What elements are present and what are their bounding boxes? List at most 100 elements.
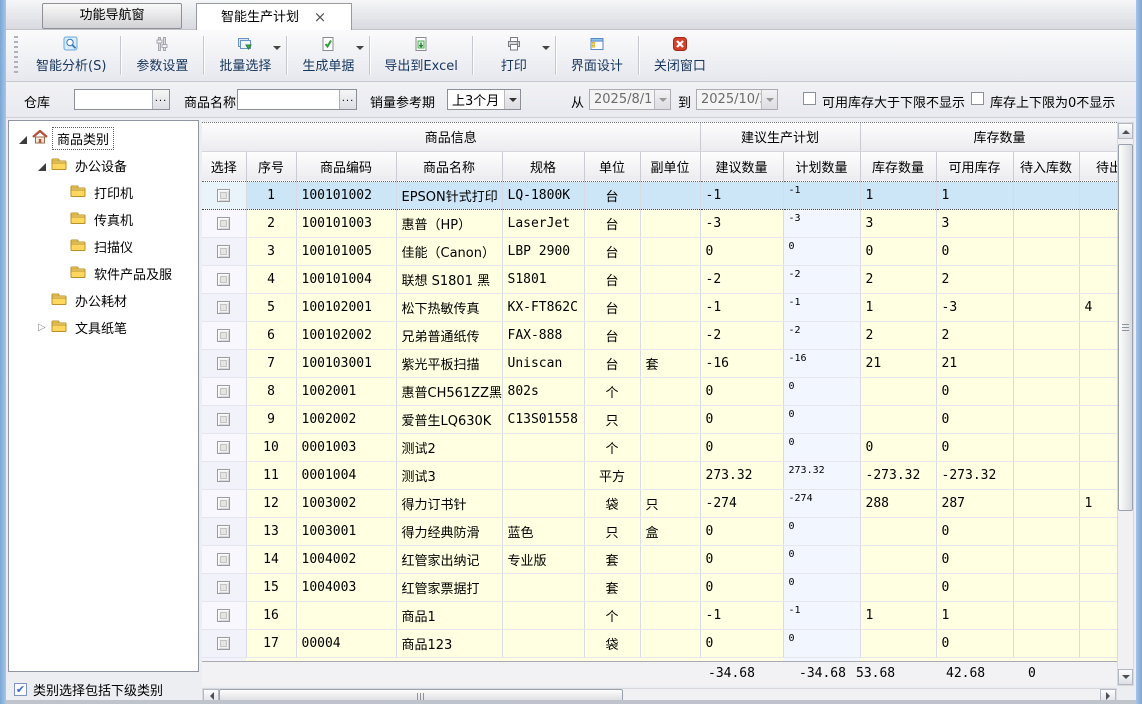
warehouse-picker-button[interactable]: ...	[152, 90, 169, 109]
table-row[interactable]: 2100101003惠普（HP）LaserJet台-3-333	[202, 209, 1117, 237]
table-cell[interactable]: 0	[783, 237, 860, 265]
column-header[interactable]: 单位	[584, 151, 640, 181]
table-cell[interactable]: -2	[783, 265, 860, 293]
warehouse-input[interactable]: ...	[74, 89, 170, 110]
table-cell[interactable]: -1	[783, 293, 860, 321]
table-cell[interactable]: 0	[783, 545, 860, 573]
product-picker-button[interactable]: ...	[339, 90, 356, 109]
tree-item[interactable]: 扫描仪	[9, 233, 198, 260]
column-header[interactable]: 待入库数	[1013, 151, 1079, 181]
column-header[interactable]: 商品名称	[396, 151, 502, 181]
tree-item[interactable]: 软件产品及服	[9, 260, 198, 287]
tree-item[interactable]: ▷文具纸笔	[9, 314, 198, 341]
chevron-down-icon[interactable]	[356, 46, 364, 54]
row-checkbox[interactable]	[217, 245, 230, 258]
chevron-down-icon[interactable]	[761, 90, 777, 109]
table-cell[interactable]: -3	[783, 209, 860, 237]
row-checkbox[interactable]	[217, 189, 230, 202]
row-checkbox[interactable]	[217, 637, 230, 650]
table-row[interactable]: 110001004测试3平方273.32273.32-273.32-273.32	[202, 461, 1117, 489]
tree-item[interactable]: 办公耗材	[9, 287, 198, 314]
print-button[interactable]: 打印	[475, 30, 553, 81]
row-checkbox[interactable]	[217, 357, 230, 370]
table-cell[interactable]: -1	[783, 181, 860, 209]
batch-select-button[interactable]: 批量选择	[206, 30, 284, 81]
tree-item[interactable]: 办公设备	[9, 152, 198, 179]
row-checkbox[interactable]	[217, 553, 230, 566]
row-checkbox[interactable]	[217, 469, 230, 482]
to-date-select[interactable]: 2025/10/31	[696, 89, 778, 110]
tree-item[interactable]: 打印机	[9, 179, 198, 206]
column-header[interactable]: 库存数量	[860, 151, 936, 181]
table-cell[interactable]: 0	[783, 573, 860, 601]
column-header[interactable]: 可用库存	[936, 151, 1013, 181]
table-row[interactable]: 1700004商品123袋000	[202, 629, 1117, 657]
table-cell[interactable]: 0	[783, 629, 860, 657]
export-excel-button[interactable]: 导出到Excel	[372, 30, 469, 81]
vertical-scrollbar[interactable]	[1117, 122, 1134, 686]
scroll-down-icon[interactable]	[1118, 669, 1133, 685]
table-cell[interactable]: 0	[783, 405, 860, 433]
table-cell[interactable]: -274	[783, 489, 860, 517]
table-cell[interactable]: -16	[783, 349, 860, 377]
table-row[interactable]: 121003002得力订书针袋只-274-2742882871	[202, 489, 1117, 517]
table-row[interactable]: 131003001得力经典防滑蓝色只盒000	[202, 517, 1117, 545]
hide-above-min-checkbox[interactable]	[803, 92, 816, 105]
row-checkbox[interactable]	[217, 385, 230, 398]
tree-expand-icon[interactable]: ▷	[36, 322, 48, 334]
period-select[interactable]: 上3个月	[447, 89, 521, 110]
tab-close-icon[interactable]: ×	[313, 10, 327, 25]
scroll-up-icon[interactable]	[1118, 123, 1133, 139]
param-settings-button[interactable]: 参数设置	[123, 30, 201, 81]
tree-item[interactable]: 商品类别	[9, 125, 198, 152]
row-checkbox[interactable]	[217, 581, 230, 594]
table-row[interactable]: 7100103001紫光平板扫描Uniscan台套-16-162121	[202, 349, 1117, 377]
column-header[interactable]: 副单位	[640, 151, 700, 181]
smart-analysis-button[interactable]: 智能分析(S)	[24, 30, 118, 81]
close-window-button[interactable]: 关闭窗口	[641, 30, 719, 81]
column-header[interactable]: 序号	[246, 151, 296, 181]
tree-collapse-icon[interactable]	[36, 160, 48, 172]
chevron-down-icon[interactable]	[542, 46, 550, 54]
table-row[interactable]: 4100101004联想 S1801 黑S1801台-2-222	[202, 265, 1117, 293]
table-row[interactable]: 81002001惠普CH561ZZ黑802s个000	[202, 377, 1117, 405]
column-header[interactable]: 待出	[1079, 151, 1117, 181]
table-row[interactable]: 1100101002EPSON针式打印LQ-1800K台-1-111	[202, 181, 1117, 209]
table-cell[interactable]: -1	[783, 601, 860, 629]
row-checkbox[interactable]	[217, 217, 230, 230]
table-cell[interactable]: 0	[783, 377, 860, 405]
hide-zero-limits-checkbox[interactable]	[971, 92, 984, 105]
row-checkbox[interactable]	[217, 301, 230, 314]
table-row[interactable]: 91002002爱普生LQ630KC13S01558只000	[202, 405, 1117, 433]
table-row[interactable]: 151004003红管家票据打套000	[202, 573, 1117, 601]
table-cell[interactable]: -2	[783, 321, 860, 349]
table-row[interactable]: 100001003测试2个0000	[202, 433, 1117, 461]
row-checkbox[interactable]	[217, 497, 230, 510]
chevron-down-icon[interactable]	[654, 90, 670, 109]
tab-smart-production-plan[interactable]: 智能生产计划 ×	[196, 3, 352, 31]
table-row[interactable]: 5100102001松下热敏传真KX-FT862C台-1-11-34	[202, 293, 1117, 321]
generate-doc-button[interactable]: 生成单据	[289, 30, 367, 81]
table-cell[interactable]: 0	[783, 433, 860, 461]
row-checkbox[interactable]	[217, 441, 230, 454]
chevron-down-icon[interactable]	[504, 90, 520, 109]
row-checkbox[interactable]	[217, 525, 230, 538]
table-row[interactable]: 141004002红管家出纳记专业版套000	[202, 545, 1117, 573]
include-subcategory-checkbox[interactable]: ✔	[14, 683, 27, 696]
table-cell[interactable]: 273.32	[783, 461, 860, 489]
table-row[interactable]: 6100102002兄弟普通纸传FAX-888台-2-222	[202, 321, 1117, 349]
tab-function-nav[interactable]: 功能导航窗	[42, 3, 182, 29]
column-header[interactable]: 商品编码	[296, 151, 396, 181]
row-checkbox[interactable]	[217, 413, 230, 426]
column-header[interactable]: 选择	[202, 151, 246, 181]
row-checkbox[interactable]	[217, 273, 230, 286]
column-header[interactable]: 建议数量	[700, 151, 783, 181]
table-row[interactable]: 16商品1个-1-111	[202, 601, 1117, 629]
tree-collapse-icon[interactable]	[17, 133, 29, 145]
column-header[interactable]: 规格	[502, 151, 584, 181]
ui-design-button[interactable]: 界面设计	[558, 30, 636, 81]
table-row[interactable]: 3100101005佳能（Canon）LBP 2900台0000	[202, 237, 1117, 265]
tree-item[interactable]: 传真机	[9, 206, 198, 233]
vertical-scrollbar-thumb[interactable]	[1118, 144, 1133, 511]
from-date-select[interactable]: 2025/8/1	[589, 89, 671, 110]
